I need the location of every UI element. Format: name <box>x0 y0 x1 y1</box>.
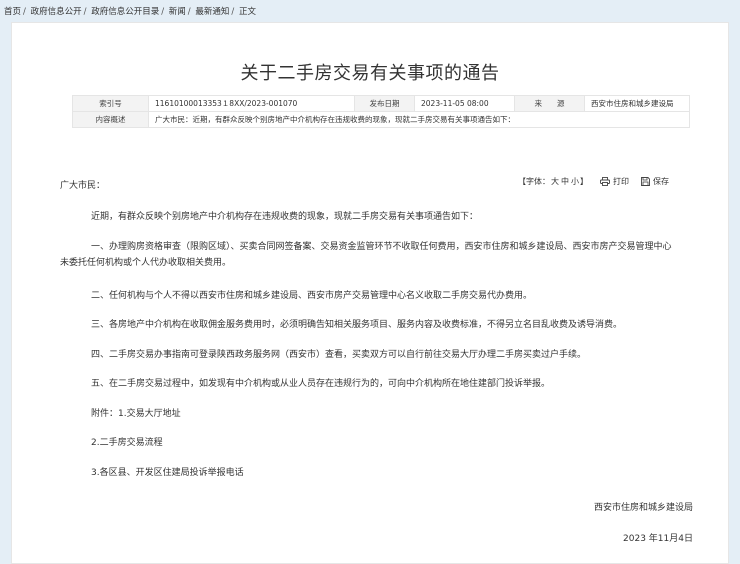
meta-source-value: 西安市住房和城乡建设局 <box>584 95 690 112</box>
meta-index-label: 索引号 <box>72 95 149 112</box>
article-meta-table: 索引号 11610100013353１8XX/2023-001070 发布日期 … <box>72 95 690 128</box>
breadcrumb-separator: / <box>161 7 165 17</box>
salutation: 广大市民： <box>60 181 106 191</box>
body-paragraph: 五、在二手房交易过程中，如发现有中介机构或从业人员存在违规行为的，可向中介机构所… <box>91 379 551 389</box>
breadcrumb-home[interactable]: 首页 <box>4 7 21 17</box>
body-paragraph: 一、办理购房资格审查（限购区域）、买卖合同网签备案、交易资金监管环节不收取任何费… <box>60 242 672 268</box>
breadcrumb-separator: / <box>83 7 87 17</box>
meta-index-value: 11610100013353１8XX/2023-001070 <box>148 95 355 112</box>
body-paragraph: 三、各房地产中介机构在收取佣金服务费用时，必须明确告知相关服务项目、服务内容及收… <box>91 320 623 330</box>
breadcrumb-gov-catalog[interactable]: 政府信息公开目录 <box>91 7 159 17</box>
attachment-line: 附件：1.交易大厅地址 <box>91 406 680 422</box>
signature-date: 2023 年11月4日 <box>623 534 693 544</box>
attachment-link[interactable]: 3.各区县、开发区住建局投诉举报电话 <box>91 468 244 478</box>
signature-org: 西安市住房和城乡建设局 <box>593 503 693 513</box>
breadcrumb-separator: / <box>231 7 235 17</box>
meta-date-label: 发布日期 <box>354 95 415 112</box>
meta-summary-value: 广大市民：近期，有群众反映个别房地产中介机构存在违规收费的现象，现就二手房交易有… <box>148 111 690 128</box>
breadcrumb-current: 正文 <box>238 7 256 17</box>
meta-source-label: 来 源 <box>514 95 585 112</box>
article-title: 关于二手房交易有关事项的通告 <box>240 63 500 84</box>
meta-date-value: 2023-11-05 08:00 <box>414 95 515 112</box>
attachment-link[interactable]: 2.二手房交易流程 <box>91 438 163 448</box>
attachment-line: 3.各区县、开发区住建局投诉举报电话 <box>91 465 680 481</box>
meta-row: 内容概述 广大市民：近期，有群众反映个别房地产中介机构存在违规收费的现象，现就二… <box>72 111 690 128</box>
attachment-line: 2.二手房交易流程 <box>91 435 680 451</box>
meta-summary-label: 内容概述 <box>72 111 149 128</box>
meta-row: 索引号 11610100013353１8XX/2023-001070 发布日期 … <box>72 95 690 112</box>
breadcrumb: 首页 / 政府信息公开 / 政府信息公开目录 / 新闻 / 最新通知 / 正文 <box>4 4 256 20</box>
attachment-link[interactable]: 1.交易大厅地址 <box>118 409 181 419</box>
body-paragraph: 四、二手房交易办事指南可登录陕西政务服务网（西安市）查看，买卖双方可以自行前往交… <box>91 350 587 360</box>
breadcrumb-separator: / <box>187 7 191 17</box>
body-paragraph: 近期，有群众反映个别房地产中介机构存在违规收费的现象，现就二手房交易有关事项通告… <box>91 212 479 222</box>
breadcrumb-latest-notice[interactable]: 最新通知 <box>195 7 229 17</box>
breadcrumb-separator: / <box>23 7 26 17</box>
attachment-label: 附件： <box>91 409 119 419</box>
body-paragraph: 二、任何机构与个人不得以西安市住房和城乡建设局、西安市房产交易管理中心名义收取二… <box>91 291 533 301</box>
breadcrumb-gov-info[interactable]: 政府信息公开 <box>31 7 82 17</box>
breadcrumb-news[interactable]: 新闻 <box>169 7 186 17</box>
